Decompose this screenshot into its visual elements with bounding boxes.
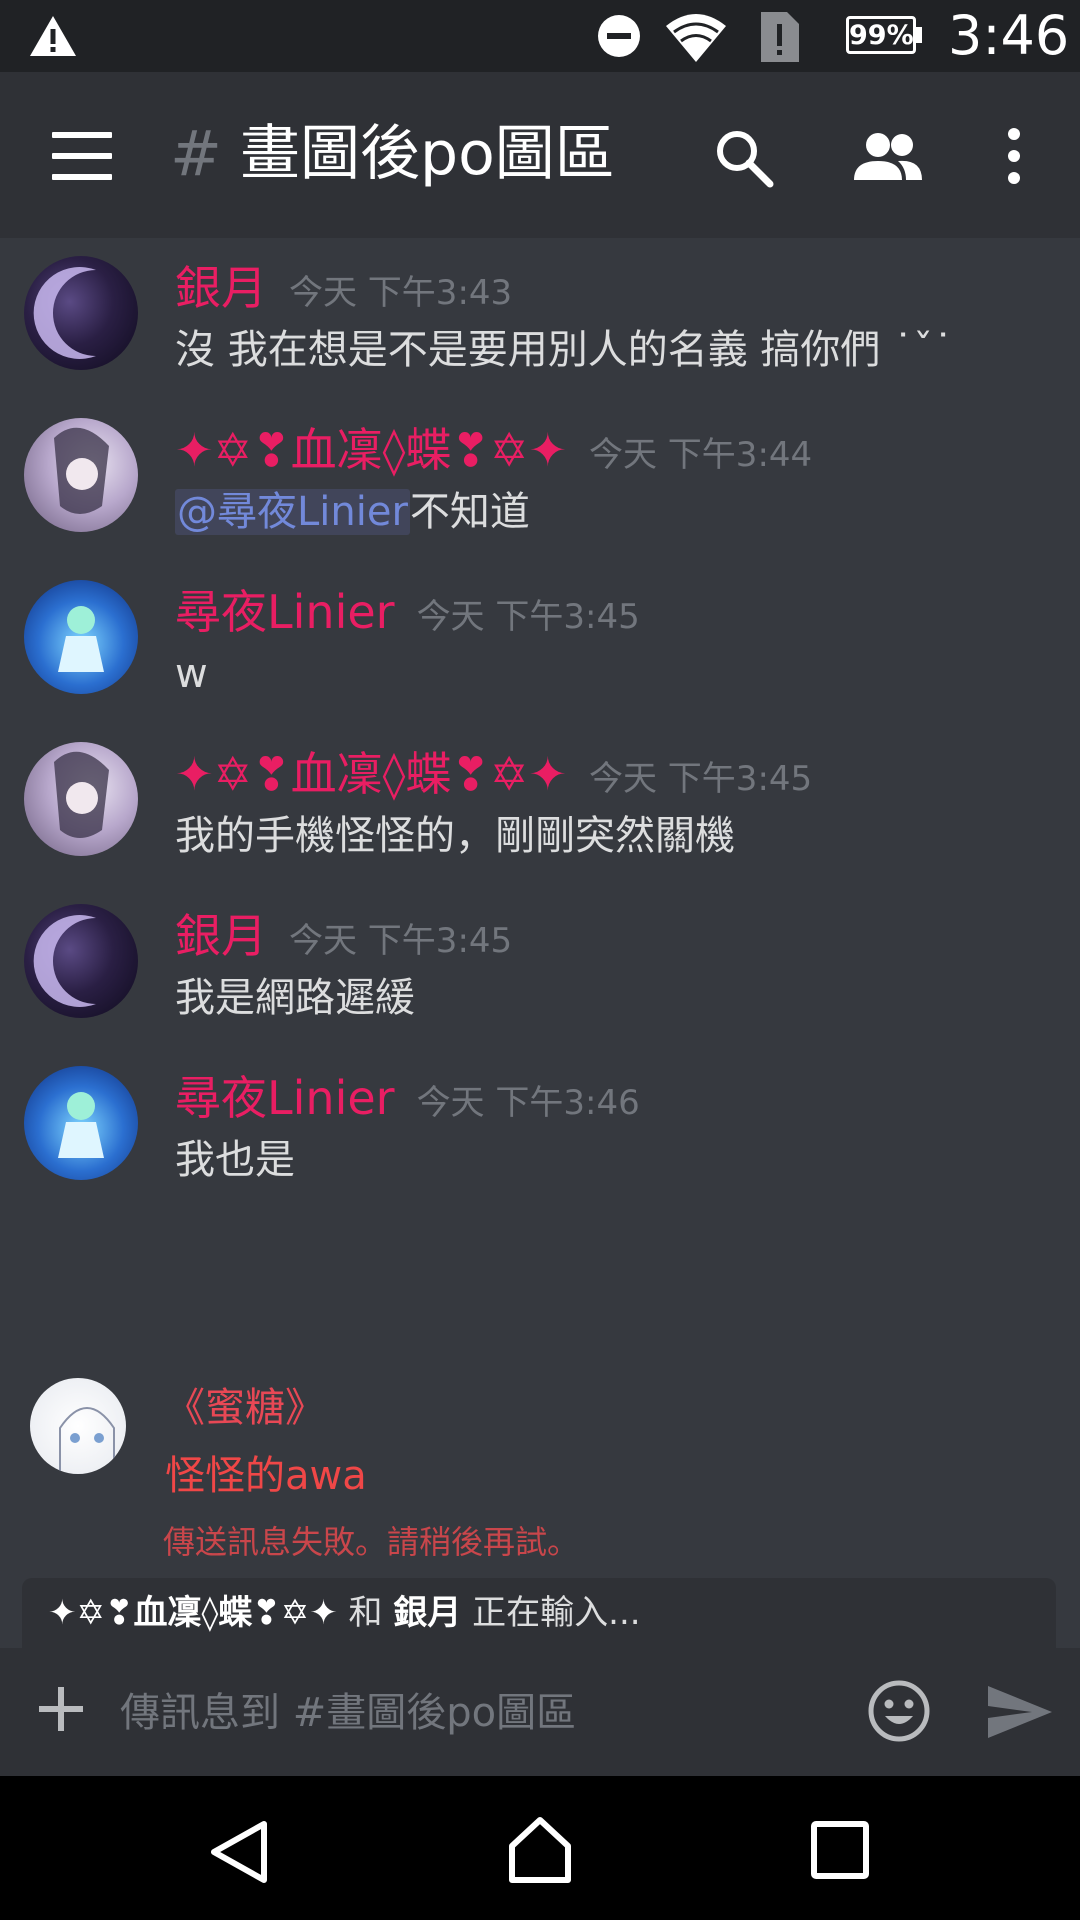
wifi-icon — [666, 14, 726, 62]
message-author[interactable]: 尋夜Linier — [175, 585, 395, 639]
send-icon[interactable] — [986, 1684, 1054, 1740]
message-timestamp: 今天 下午3:45 — [416, 597, 640, 637]
message-timestamp: 今天 下午3:45 — [589, 759, 813, 799]
typing-indicator: ✦✡❣血凜◊蝶❣✡✦ 和 銀月 正在輸入... — [22, 1578, 1056, 1648]
message-text: 我的手機怪怪的，剛剛突然關機 — [175, 813, 735, 859]
avatar[interactable] — [24, 418, 138, 532]
message-timestamp: 今天 下午3:46 — [416, 1083, 640, 1123]
message-author[interactable]: 銀月 — [175, 261, 267, 315]
warning-icon — [30, 16, 76, 56]
avatar[interactable] — [24, 580, 138, 694]
more-vert-icon[interactable] — [1000, 124, 1028, 188]
emoji-icon[interactable] — [866, 1678, 932, 1744]
message-text: 怪怪的awa — [165, 1453, 367, 1499]
failed-message[interactable]: 《蜜糖》 怪怪的awa 傳送訊息失敗。請稍後再試。 — [0, 1378, 1080, 1578]
message-author[interactable]: 尋夜Linier — [175, 1071, 395, 1125]
message: ✦✡❣血凜◊蝶❣✡✦ 今天 下午3:44 @尋夜Linier不知道 — [0, 400, 1080, 560]
message-author[interactable]: 銀月 — [175, 909, 267, 963]
sim-alert-icon — [761, 12, 799, 62]
channel-title: 畫圖後po圖區 — [240, 119, 615, 189]
message-text: w — [175, 651, 208, 697]
search-icon[interactable] — [712, 126, 776, 190]
message-timestamp: 今天 下午3:45 — [289, 921, 513, 961]
message: 尋夜Linier 今天 下午3:45 w — [0, 562, 1080, 722]
message: 銀月 今天 下午3:45 我是網路遲緩 — [0, 886, 1080, 1046]
home-icon[interactable] — [508, 1816, 572, 1884]
system-nav-bar — [0, 1776, 1080, 1920]
message-text: 我是網路遲緩 — [175, 975, 415, 1021]
recents-icon[interactable] — [810, 1820, 870, 1880]
message-text-body: 不知道 — [409, 489, 530, 535]
channel-header: # 畫圖後po圖區 — [0, 72, 1080, 238]
add-icon[interactable] — [36, 1684, 86, 1734]
message-timestamp: 今天 下午3:43 — [289, 273, 513, 313]
status-bar: 99% 3:46 — [0, 0, 1080, 72]
status-clock: 3:46 — [948, 4, 1070, 67]
members-icon[interactable] — [852, 128, 924, 188]
typing-user: ✦✡❣血凜◊蝶❣✡✦ — [48, 1593, 338, 1633]
message-author[interactable]: ✦✡❣血凜◊蝶❣✡✦ — [175, 423, 567, 477]
message: ✦✡❣血凜◊蝶❣✡✦ 今天 下午3:45 我的手機怪怪的，剛剛突然關機 — [0, 724, 1080, 884]
message-input[interactable] — [118, 1672, 842, 1754]
typing-user: 銀月 — [393, 1593, 462, 1633]
avatar[interactable] — [24, 742, 138, 856]
send-error-text: 傳送訊息失敗。請稍後再試。 — [163, 1523, 580, 1561]
message-text: 我也是 — [175, 1137, 295, 1183]
message-author[interactable]: 《蜜糖》 — [165, 1378, 325, 1438]
message: 銀月 今天 下午3:43 沒 我在想是不是要用別人的名義 搞你們 ˙ˇ˙ — [0, 238, 1080, 398]
battery-level: 99% — [846, 16, 916, 54]
message: 尋夜Linier 今天 下午3:46 我也是 — [0, 1048, 1080, 1208]
message-composer — [0, 1648, 1080, 1776]
avatar[interactable] — [24, 904, 138, 1018]
typing-suffix: 正在輸入... — [461, 1593, 641, 1633]
battery-icon: 99% — [846, 14, 924, 58]
avatar[interactable] — [24, 256, 138, 370]
menu-icon[interactable] — [52, 132, 112, 180]
typing-joiner: 和 — [337, 1593, 394, 1633]
channel-hash-icon: # — [170, 117, 222, 190]
back-icon[interactable] — [208, 1820, 272, 1884]
message-text: 沒 我在想是不是要用別人的名義 搞你們 ˙ˇ˙ — [175, 327, 954, 373]
message-timestamp: 今天 下午3:44 — [589, 435, 813, 475]
avatar[interactable] — [30, 1378, 126, 1474]
user-mention[interactable]: @尋夜Linier — [175, 489, 410, 535]
message-list[interactable]: 銀月 今天 下午3:43 沒 我在想是不是要用別人的名義 搞你們 ˙ˇ˙ ✦✡❣血… — [0, 238, 1080, 1648]
message-author[interactable]: ✦✡❣血凜◊蝶❣✡✦ — [175, 747, 567, 801]
avatar[interactable] — [24, 1066, 138, 1180]
do-not-disturb-icon — [598, 15, 640, 57]
message-text: @尋夜Linier不知道 — [175, 484, 530, 540]
